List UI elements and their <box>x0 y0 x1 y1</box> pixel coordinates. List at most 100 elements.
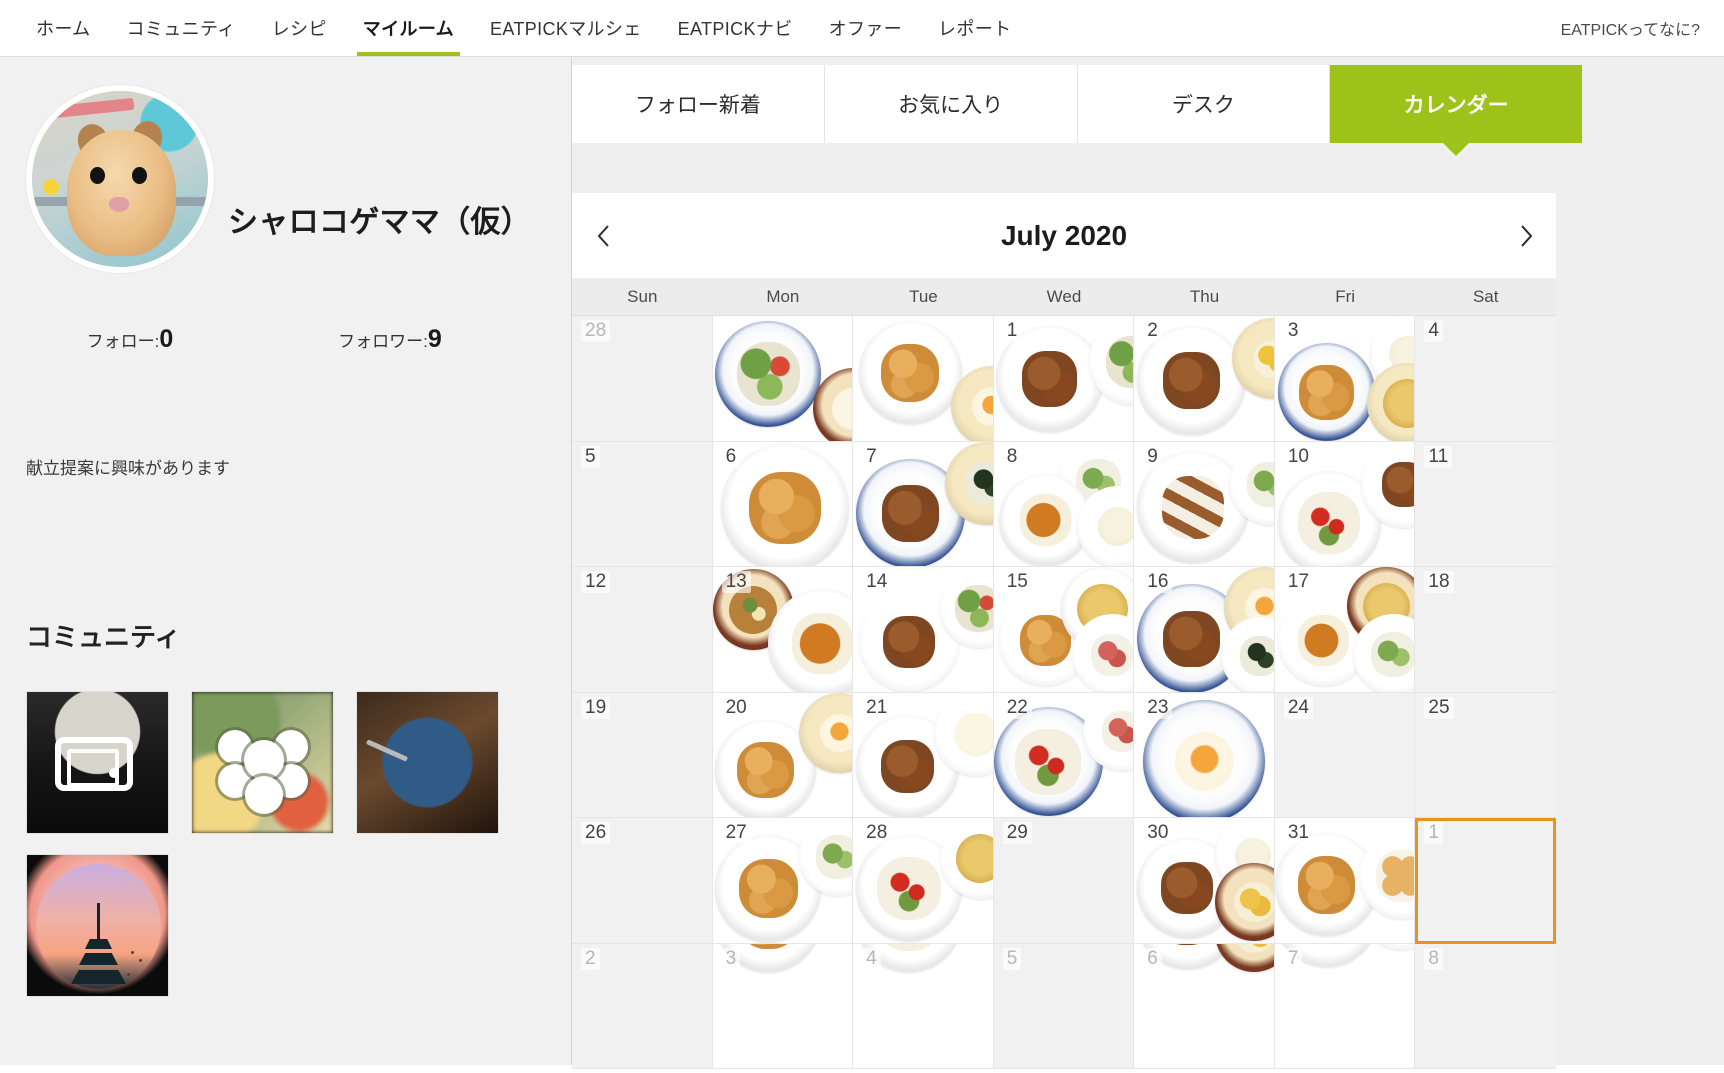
calendar-day-cell[interactable]: 28 <box>853 818 994 944</box>
calendar-day-cell[interactable]: 26 <box>572 818 713 944</box>
meal-food <box>832 387 853 430</box>
nav-item-3[interactable]: マイルーム <box>345 0 472 56</box>
stat-following[interactable]: フォロー:0 <box>0 325 260 354</box>
meal-food <box>971 386 993 426</box>
nav-item-2[interactable]: レシピ <box>254 0 345 56</box>
meal-food <box>877 943 941 952</box>
meal-food <box>749 472 822 545</box>
meal-food <box>1161 943 1214 946</box>
meal-thumbnails <box>993 692 1134 818</box>
avatar[interactable] <box>25 84 215 274</box>
weekday-sun: Sun <box>627 286 658 306</box>
meal-thumbnails <box>572 818 712 943</box>
stat-following-value: 0 <box>159 325 174 353</box>
community-section: コミュニティ <box>26 617 546 997</box>
calendar-day-cell[interactable]: 16 <box>1134 567 1275 693</box>
community-thumb-grid <box>26 691 526 997</box>
nav-item-0[interactable]: ホーム <box>18 0 109 56</box>
meal-thumbnails <box>713 818 853 943</box>
nav-item-4[interactable]: EATPICKマルシェ <box>472 0 660 56</box>
meal-food <box>1174 731 1234 791</box>
prev-month-button[interactable] <box>584 216 624 256</box>
meal-food <box>1298 492 1361 554</box>
community-thumb-curry[interactable] <box>356 691 499 834</box>
calendar-day-cell[interactable]: 29 <box>993 818 1135 944</box>
calendar-day-cell[interactable]: 2 <box>572 943 713 1069</box>
tab-1[interactable]: お気に入り <box>824 65 1078 143</box>
calendar-day-cell[interactable]: 10 <box>1274 441 1416 567</box>
calendar-day-cell[interactable]: 5 <box>993 943 1135 1069</box>
calendar-day-cell[interactable] <box>712 316 854 442</box>
community-thumb-group[interactable] <box>191 691 334 834</box>
calendar-day-cell[interactable]: 11 <box>1415 441 1556 567</box>
meal-food <box>1382 462 1415 508</box>
nav-help-link[interactable]: EATPICKってなに? <box>1561 0 1700 56</box>
meal-dish-icon <box>1215 943 1274 972</box>
meal-thumbnails <box>713 442 853 567</box>
tab-3[interactable]: カレンダー <box>1330 65 1582 156</box>
calendar-day-cell[interactable]: 8 <box>1415 943 1556 1069</box>
calendar-day-cell[interactable]: 13 <box>712 567 854 693</box>
calendar-day-cell[interactable]: 23 <box>1134 692 1275 818</box>
calendar-day-cell[interactable]: 5 <box>572 441 713 567</box>
calendar-day-cell[interactable]: 19 <box>572 692 713 818</box>
meal-food <box>1239 635 1274 677</box>
calendar-day-cell[interactable]: 18 <box>1415 567 1556 693</box>
tab-0[interactable]: フォロー新着 <box>572 65 825 143</box>
meal-thumbnails <box>1134 567 1274 692</box>
nav-item-6[interactable]: オファー <box>811 0 920 56</box>
stat-following-label: フォロー: <box>86 332 160 351</box>
nav-item-7[interactable]: レポート <box>920 0 1029 56</box>
calendar-day-cell[interactable]: 7 <box>1274 943 1416 1069</box>
calendar-day-cell[interactable]: 1 <box>1415 818 1556 944</box>
meal-food <box>1163 352 1220 409</box>
community-section-title: コミュニティ <box>26 622 181 652</box>
meal-thumbnails <box>1415 567 1556 692</box>
calendar-day-cell[interactable]: 30 <box>1134 818 1275 944</box>
calendar-day-cell[interactable]: 21 <box>853 692 994 818</box>
calendar-day-cell[interactable]: 14 <box>853 567 994 693</box>
meal-food <box>1375 850 1415 903</box>
calendar-day-cell[interactable]: 22 <box>993 692 1135 818</box>
nav-item-1[interactable]: コミュニティ <box>109 0 254 56</box>
calendar-day-cell[interactable]: 24 <box>1274 692 1416 818</box>
calendar-day-cell[interactable]: 2 <box>1134 316 1275 442</box>
meal-thumbnails <box>572 567 712 692</box>
calendar-day-cell[interactable]: 25 <box>1415 692 1556 818</box>
calendar-day-cell[interactable]: 9 <box>1134 441 1275 567</box>
calendar-day-cell[interactable]: 3 <box>1274 316 1416 442</box>
calendar-day-cell[interactable]: 27 <box>712 818 854 944</box>
calendar-day-cell[interactable]: 15 <box>993 567 1135 693</box>
calendar-day-cell[interactable]: 1 <box>993 316 1135 442</box>
calendar-day-cell[interactable]: 6 <box>1134 943 1275 1069</box>
calendar-day-cell[interactable]: 12 <box>572 567 713 693</box>
stat-followers[interactable]: フォロワー:9 <box>260 325 520 354</box>
calendar-day-cell[interactable]: 6 <box>712 441 854 567</box>
calendar-day-cell[interactable]: 7 <box>853 441 994 567</box>
meal-dish-icon <box>715 320 822 428</box>
calendar-day-cell[interactable] <box>853 316 994 442</box>
meal-thumbnails <box>712 567 853 692</box>
community-thumb-pagoda[interactable] <box>26 854 169 997</box>
meal-thumbnails <box>1275 693 1415 818</box>
meal-food <box>1297 855 1356 914</box>
meal-food <box>1021 351 1078 407</box>
meal-thumbnails <box>1415 442 1556 567</box>
calendar-day-cell[interactable]: 31 <box>1274 818 1416 944</box>
people-group-icon <box>192 692 333 833</box>
meal-food <box>1233 943 1274 954</box>
calendar-day-cell[interactable]: 20 <box>712 692 854 818</box>
calendar-day-cell[interactable]: 17 <box>1274 567 1416 693</box>
tab-2[interactable]: デスク <box>1077 65 1331 143</box>
meal-food <box>882 616 936 669</box>
calendar-day-cell[interactable]: 4 <box>1415 316 1556 442</box>
community-thumb-oven[interactable] <box>26 691 169 834</box>
nav-item-5[interactable]: EATPICKナビ <box>660 0 811 56</box>
calendar-day-cell[interactable]: 3 <box>712 943 854 1069</box>
calendar-day-cell[interactable]: 4 <box>853 943 994 1069</box>
calendar-day-cell[interactable]: 8 <box>993 441 1135 567</box>
meal-thumbnails <box>1415 944 1556 1069</box>
page-title: シャロコゲママ（仮） <box>228 206 531 239</box>
calendar-day-cell[interactable]: 28 <box>572 316 713 442</box>
next-month-button[interactable] <box>1506 216 1546 256</box>
